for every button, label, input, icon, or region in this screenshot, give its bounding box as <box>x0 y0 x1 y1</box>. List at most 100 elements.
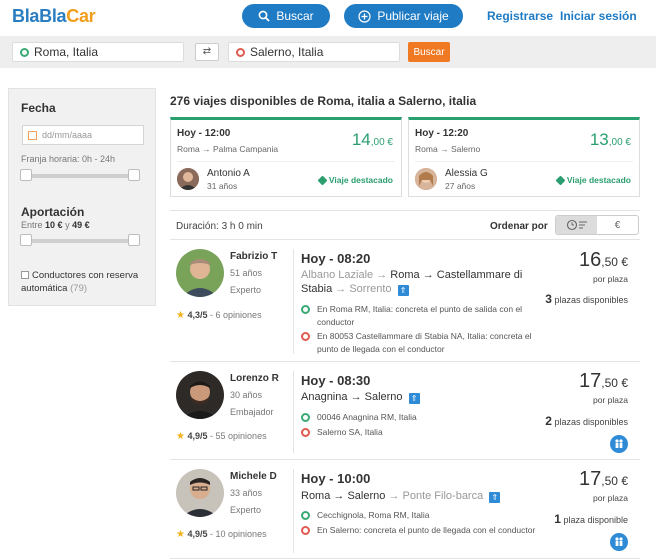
publish-trip-button[interactable]: Publicar viaje <box>344 4 463 28</box>
featured-trip-card[interactable]: Hoy - 12:00 Roma → Palma Campania 14,00 … <box>170 117 402 197</box>
seats-label: plazas disponibles <box>554 417 628 427</box>
featured-price-dec: ,00 € <box>608 137 631 148</box>
rating-reviews: - 6 opiniones <box>210 310 262 320</box>
date-filter-title: Fecha <box>21 101 56 115</box>
dropoff-marker-icon <box>301 526 310 535</box>
trip-card[interactable]: Lorenzo R 30 años Embajador ★ 4,9/5 - 55… <box>170 363 640 460</box>
passengers-icon <box>610 435 628 453</box>
driver-age: 30 años <box>230 390 263 400</box>
contribution-slider[interactable] <box>20 234 140 246</box>
time-slider-min-handle[interactable] <box>20 169 32 181</box>
rating-value: 4,9/5 <box>187 529 208 539</box>
seats-available: 2 plazas disponibles <box>545 414 628 428</box>
per-place-label: por plaza <box>593 493 628 503</box>
top-header: BlaBlaCar Buscar Publicar viaje Registra… <box>0 0 656 36</box>
trip-divider <box>293 249 294 354</box>
avatar <box>176 469 224 517</box>
blablacar-logo[interactable]: BlaBlaCar <box>12 6 96 27</box>
route-to: Salerno <box>347 490 386 502</box>
route-from: Roma <box>301 490 331 502</box>
avatar <box>415 168 437 190</box>
sort-bar: Duración: 3 h 0 min Ordenar por € <box>170 210 640 240</box>
auto-booking-filter[interactable]: Conductores con reserva automática (79) <box>21 269 149 295</box>
swap-icon[interactable]: ⇄ <box>195 43 219 61</box>
trip-time: Hoy - 10:00 <box>301 471 371 486</box>
date-input[interactable]: dd/mm/aaaa <box>22 125 144 145</box>
trip-card[interactable]: Michele D 33 años Experto ★ 4,9/5 - 10 o… <box>170 461 640 559</box>
seats-available: 1 plaza disponible <box>554 512 628 526</box>
seats-count: 1 <box>554 512 561 526</box>
auto-booking-checkbox[interactable] <box>21 271 29 279</box>
trip-price: 17,50 € <box>579 468 628 491</box>
route-arrow: → <box>350 391 362 403</box>
driver-level: Embajador <box>230 407 274 417</box>
trip-card[interactable]: Fabrizio T 51 años Experto ★ 4,3/5 - 6 o… <box>170 241 640 362</box>
clock-sort-icon <box>566 219 587 231</box>
star-icon: ★ <box>176 529 185 540</box>
seats-count: 2 <box>545 414 552 428</box>
trip-time: Hoy - 08:30 <box>301 373 371 388</box>
contribution-slider-min-handle[interactable] <box>20 234 32 246</box>
featured-price-int: 13 <box>589 130 609 149</box>
time-slider-max-handle[interactable] <box>128 169 140 181</box>
driver-name[interactable]: Lorenzo R <box>230 373 279 384</box>
dropoff-text: En Salerno: concreta el punto de llegada… <box>317 525 536 535</box>
featured-time: Hoy - 12:20 <box>415 128 469 139</box>
origin-field[interactable]: Roma, Italia <box>12 42 184 62</box>
featured-from: Roma <box>177 144 200 154</box>
price-int: 17 <box>579 370 602 392</box>
search-icon <box>258 10 270 22</box>
sort-by-time-button[interactable] <box>556 216 597 234</box>
rating-reviews: - 10 opiniones <box>210 529 267 539</box>
route-from: Roma <box>390 269 420 281</box>
route-post: → Ponte Filo-barca <box>388 490 484 502</box>
driver-age: 33 años <box>230 488 263 498</box>
route-arrow: → <box>422 269 434 281</box>
featured-badge-label: Viaje destacado <box>328 175 393 185</box>
featured-trip-card[interactable]: Hoy - 12:20 Roma → Salerno 13,00 € Aless… <box>408 117 640 197</box>
dropoff-text: En 80053 Castellammare di Stabia NA, Ita… <box>317 331 532 354</box>
pickup-marker-icon <box>301 305 310 314</box>
price-dec: ,50 € <box>601 255 628 269</box>
driver-name[interactable]: Michele D <box>230 471 277 482</box>
featured-route: Roma → Salerno <box>415 144 480 154</box>
star-icon: ★ <box>176 310 185 321</box>
trip-route: Anagnina → Salerno ⇑ <box>301 390 533 404</box>
per-place-label: por plaza <box>593 395 628 405</box>
time-range-label: Franja horaria: 0h - 24h <box>21 154 116 164</box>
dropoff-stop: Salerno SA, Italia <box>301 426 541 439</box>
highway-icon: ⇑ <box>489 492 501 503</box>
login-link[interactable]: Iniciar sesión <box>560 9 637 23</box>
driver-level: Experto <box>230 285 262 295</box>
contribution-mid: y <box>65 220 70 230</box>
destination-field[interactable]: Salerno, Italia <box>228 42 400 62</box>
origin-value: Roma, Italia <box>34 45 99 59</box>
dropoff-stop: En Salerno: concreta el punto de llegada… <box>301 524 541 537</box>
featured-arrow: → <box>440 144 449 154</box>
featured-driver-name: Alessia G <box>445 168 488 179</box>
header-search-button[interactable]: Buscar <box>242 4 330 28</box>
contribution-slider-max-handle[interactable] <box>128 234 140 246</box>
price-int: 16 <box>579 249 602 271</box>
auto-booking-count: (79) <box>70 283 88 294</box>
tag-icon <box>555 175 566 185</box>
register-link[interactable]: Registrarse <box>487 9 553 23</box>
route-to: Salerno <box>364 391 403 403</box>
time-range-slider[interactable] <box>20 169 140 181</box>
trip-duration: Duración: 3 h 0 min <box>176 221 263 232</box>
highway-icon: ⇑ <box>408 393 420 404</box>
featured-from: Roma <box>415 144 438 154</box>
driver-name[interactable]: Fabrizio T <box>230 251 277 262</box>
search-submit-button[interactable]: Buscar <box>408 42 450 62</box>
header-search-label: Buscar <box>276 9 314 23</box>
trip-divider <box>293 371 294 453</box>
driver-rating: ★ 4,3/5 - 6 opiniones <box>176 310 262 321</box>
driver-rating: ★ 4,9/5 - 10 opiniones <box>176 529 267 540</box>
featured-driver-age: 31 años <box>207 181 238 191</box>
sort-by-price-button[interactable]: € <box>597 216 638 234</box>
publish-trip-label: Publicar viaje <box>377 9 449 23</box>
driver-rating: ★ 4,9/5 - 55 opiniones <box>176 431 267 442</box>
featured-divider <box>415 161 633 162</box>
featured-arrow: → <box>202 144 211 154</box>
pickup-text: En Roma RM, Italia: concreta el punto de… <box>317 304 523 327</box>
